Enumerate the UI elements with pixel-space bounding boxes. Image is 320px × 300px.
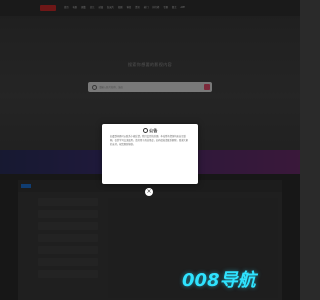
dialog-title: 公告 [149,127,158,133]
close-button[interactable]: × [145,188,153,196]
notice-dialog: 公告 如遇到问题可以联系小编反馈，我们会尽快处理。本站所有资源均来自互联网，仅供… [102,124,198,184]
close-icon: × [146,188,152,195]
dialog-header: 公告 [102,126,198,135]
dialog-body: 如遇到问题可以联系小编反馈，我们会尽快处理。本站所有资源均来自互联网，仅供学习交… [110,135,189,146]
notice-icon [142,128,148,133]
brand-watermark: 008导航 [182,270,256,291]
